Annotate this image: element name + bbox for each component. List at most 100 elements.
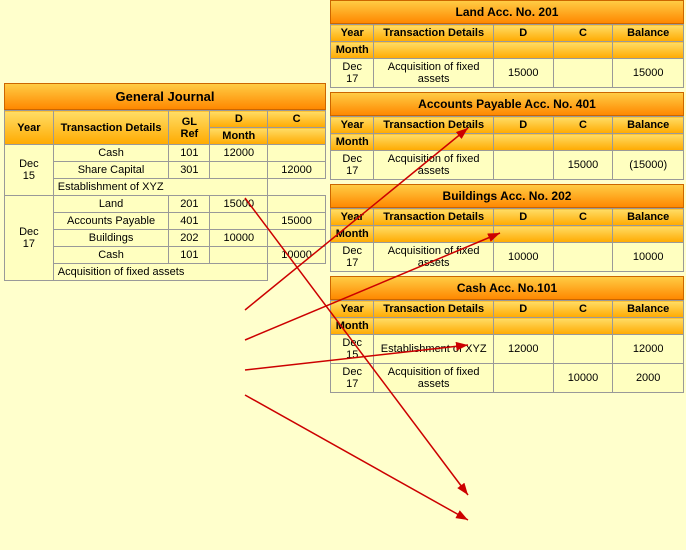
d-15000: 15000 xyxy=(210,196,268,213)
cash-table: Year Transaction Details D C Balance Mon… xyxy=(330,300,684,393)
bld-c-sub xyxy=(553,226,613,243)
bld-balance: 10000 xyxy=(613,243,684,272)
cash-date-2: Dec17 xyxy=(331,364,374,393)
glref-202: 202 xyxy=(169,230,210,247)
ap-balance: (15000) xyxy=(613,151,684,180)
c-empty-3 xyxy=(268,230,326,247)
entry-cash: Cash xyxy=(53,145,169,162)
cash-details-sub xyxy=(374,318,493,335)
land-d-header: D xyxy=(493,25,553,42)
entry-share-capital: Share Capital xyxy=(53,162,169,179)
land-c-header: C xyxy=(553,25,613,42)
c-15000: 15000 xyxy=(268,213,326,230)
ap-d-header: D xyxy=(493,117,553,134)
ap-date: Dec17 xyxy=(331,151,374,180)
bld-month-header: Month xyxy=(331,226,374,243)
ap-c: 15000 xyxy=(553,151,613,180)
bld-c-header: C xyxy=(553,209,613,226)
cash-c-header: C xyxy=(553,301,613,318)
land-details-subheader xyxy=(374,42,493,59)
land-d: 15000 xyxy=(493,59,553,88)
d-empty-2 xyxy=(210,213,268,230)
bld-d-header: D xyxy=(493,209,553,226)
land-account: Land Acc. No. 201 Year Transaction Detai… xyxy=(330,0,684,88)
cash-month-header: Month xyxy=(331,318,374,335)
buildings-account-title: Buildings Acc. No. 202 xyxy=(330,184,684,208)
cash-date-1: Dec15 xyxy=(331,335,374,364)
date-dec17: Dec17 xyxy=(5,196,54,281)
d-header: D xyxy=(210,111,268,128)
d-empty-3 xyxy=(210,247,268,264)
buildings-account: Buildings Acc. No. 202 Year Transaction … xyxy=(330,184,684,272)
bld-balance-sub xyxy=(613,226,684,243)
land-month-header: Month xyxy=(331,42,374,59)
cash-balance-1: 12000 xyxy=(613,335,684,364)
land-year-header: Year xyxy=(331,25,374,42)
bld-details-header: Transaction Details xyxy=(374,209,493,226)
land-details-header: Transaction Details xyxy=(374,25,493,42)
entry-buildings: Buildings xyxy=(53,230,169,247)
entry-establishment: Establishment of XYZ xyxy=(53,179,267,196)
cash-details-header: Transaction Details xyxy=(374,301,493,318)
ap-c-header: C xyxy=(553,117,613,134)
c-12000: 12000 xyxy=(268,162,326,179)
ap-month-header: Month xyxy=(331,134,374,151)
glref-101-2: 101 xyxy=(169,247,210,264)
glref-401: 401 xyxy=(169,213,210,230)
year-header: Year xyxy=(5,111,54,145)
cash-c-sub xyxy=(553,318,613,335)
cash-d-sub xyxy=(493,318,553,335)
ap-c-sub xyxy=(553,134,613,151)
ap-account-title: Accounts Payable Acc. No. 401 xyxy=(330,92,684,116)
general-journal: General Journal Year Transaction Details… xyxy=(4,83,326,281)
c-10000: 10000 xyxy=(268,247,326,264)
land-balance-sub xyxy=(613,42,684,59)
land-table: Year Transaction Details D C Balance Mon… xyxy=(330,24,684,88)
cash-details-1: Establishment of XYZ xyxy=(374,335,493,364)
bld-balance-header: Balance xyxy=(613,209,684,226)
land-balance: 15000 xyxy=(613,59,684,88)
glref-301: 301 xyxy=(169,162,210,179)
ap-year-header: Year xyxy=(331,117,374,134)
ap-d xyxy=(493,151,553,180)
ap-balance-header: Balance xyxy=(613,117,684,134)
ap-details-header: Transaction Details xyxy=(374,117,493,134)
land-d-sub xyxy=(493,42,553,59)
d-empty-1 xyxy=(210,162,268,179)
cash-account-title: Cash Acc. No.101 xyxy=(330,276,684,300)
bld-details: Acquisition of fixed assets xyxy=(374,243,493,272)
bld-c xyxy=(553,243,613,272)
cash-d-header: D xyxy=(493,301,553,318)
glref-header: GL Ref xyxy=(169,111,210,145)
cash-balance-header: Balance xyxy=(613,301,684,318)
bld-d: 10000 xyxy=(493,243,553,272)
entry-cash-2: Cash xyxy=(53,247,169,264)
bld-d-sub xyxy=(493,226,553,243)
land-account-title: Land Acc. No. 201 xyxy=(330,0,684,24)
d-10000: 10000 xyxy=(210,230,268,247)
bld-details-sub xyxy=(374,226,493,243)
land-balance-header: Balance xyxy=(613,25,684,42)
ap-details: Acquisition of fixed assets xyxy=(374,151,493,180)
general-journal-title: General Journal xyxy=(4,83,326,110)
bld-date: Dec17 xyxy=(331,243,374,272)
date-dec15: Dec15 xyxy=(5,145,54,196)
cash-year-header: Year xyxy=(331,301,374,318)
details-header: Transaction Details xyxy=(53,111,169,145)
general-journal-table: Year Transaction Details GL Ref D C Mont… xyxy=(4,110,326,281)
d-12000: 12000 xyxy=(210,145,268,162)
land-c xyxy=(553,59,613,88)
ap-d-sub xyxy=(493,134,553,151)
land-date: Dec17 xyxy=(331,59,374,88)
cash-d-2 xyxy=(493,364,553,393)
cash-c-1 xyxy=(553,335,613,364)
land-details: Acquisition of fixed assets xyxy=(374,59,493,88)
ledger-container: Land Acc. No. 201 Year Transaction Detai… xyxy=(330,0,684,397)
cash-c-2: 10000 xyxy=(553,364,613,393)
glref-201: 201 xyxy=(169,196,210,213)
glref-101-1: 101 xyxy=(169,145,210,162)
ap-details-sub xyxy=(374,134,493,151)
entry-accounts-payable: Accounts Payable xyxy=(53,213,169,230)
c-header: C xyxy=(268,111,326,128)
ap-balance-sub xyxy=(613,134,684,151)
